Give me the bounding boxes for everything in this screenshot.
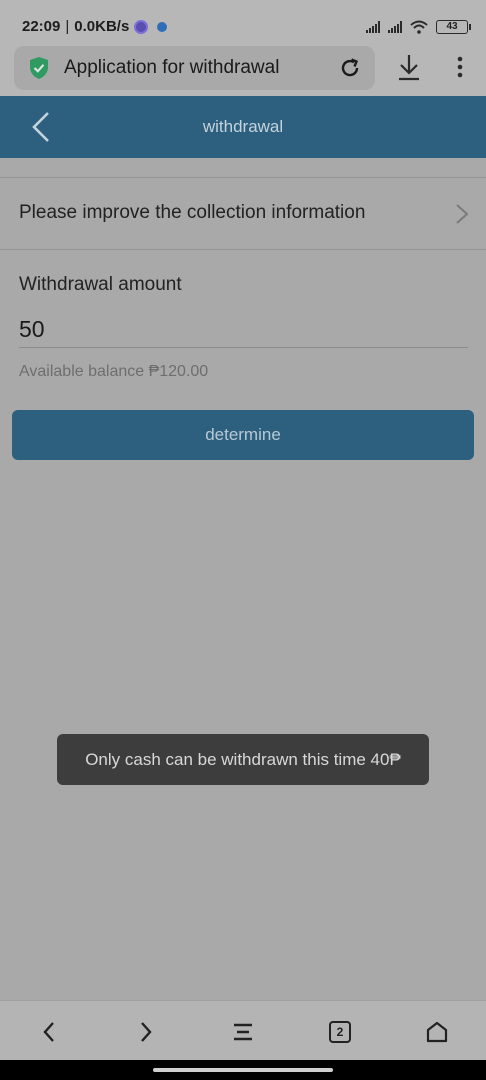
signal-icon: [388, 21, 402, 33]
divider: [0, 249, 486, 250]
status-time: 22:09: [22, 18, 61, 35]
signal-icon: [366, 21, 380, 33]
wifi-icon: [410, 20, 428, 34]
notification-dot-icon: [157, 21, 168, 32]
nav-tabs-icon: 2: [329, 1021, 351, 1043]
notification-app-icon: [134, 19, 149, 34]
toast-message: Only cash can be withdrawn this time 40₱: [57, 734, 429, 785]
withdrawal-amount-label: Withdrawal amount: [19, 274, 182, 295]
nav-tabs-button[interactable]: 2: [325, 1017, 355, 1047]
nav-forward-icon: [141, 1022, 152, 1042]
status-right: 43: [366, 20, 471, 34]
chevron-right-icon: [456, 204, 469, 224]
gesture-area: [0, 1060, 486, 1080]
battery-icon: 43: [436, 20, 471, 34]
determine-button[interactable]: determine: [12, 410, 474, 460]
network-speed: 0.0KB/s: [74, 18, 130, 35]
status-separator: |: [65, 18, 70, 35]
browser-page-title: Application for withdrawal: [64, 57, 280, 78]
status-left: 22:09 | 0.0KB/s: [22, 18, 168, 35]
nav-back-icon: [43, 1022, 54, 1042]
browser-bottom-nav: 2: [0, 1000, 486, 1060]
collection-info-label: Please improve the collection informatio…: [19, 202, 366, 223]
status-bar: 22:09 | 0.0KB/s 43: [0, 0, 486, 44]
collection-info-row[interactable]: Please improve the collection informatio…: [0, 178, 486, 249]
nav-forward-button[interactable]: [131, 1017, 161, 1047]
more-menu-icon[interactable]: [450, 54, 470, 80]
nav-back-button[interactable]: [34, 1017, 64, 1047]
download-icon[interactable]: [396, 52, 422, 82]
withdrawal-amount-input[interactable]: [19, 312, 468, 348]
home-indicator[interactable]: [153, 1068, 333, 1072]
app-header: withdrawal: [0, 96, 486, 158]
page-title: withdrawal: [202, 117, 284, 136]
nav-menu-button[interactable]: [228, 1017, 258, 1047]
nav-home-icon: [426, 1021, 448, 1043]
nav-menu-icon: [234, 1023, 252, 1041]
address-bar[interactable]: Application for withdrawal: [14, 46, 375, 90]
reload-icon[interactable]: [338, 56, 362, 80]
shield-icon: [30, 57, 48, 79]
available-balance: Available balance ₱120.00: [19, 363, 209, 380]
nav-home-button[interactable]: [422, 1017, 452, 1047]
browser-toolbar: Application for withdrawal: [0, 44, 486, 96]
tab-count: 2: [336, 1025, 344, 1039]
